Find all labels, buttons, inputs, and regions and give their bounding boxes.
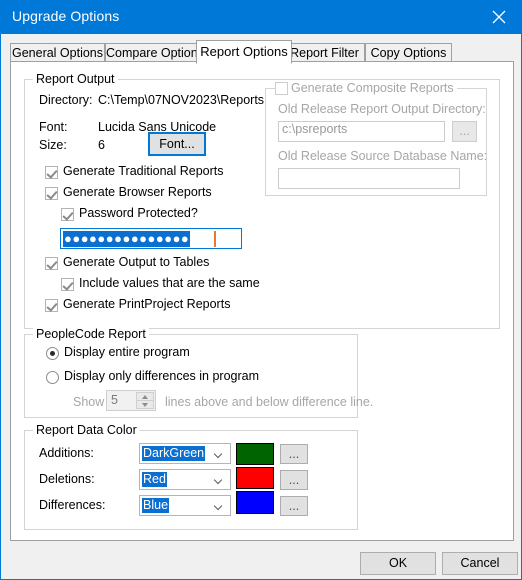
checkbox-generate-printproject-reports[interactable] bbox=[45, 299, 58, 312]
chevron-down-icon bbox=[215, 503, 222, 510]
differences-label: Differences: bbox=[39, 498, 106, 512]
report-output-legend: Report Output bbox=[33, 72, 118, 86]
label-generate-traditional-reports: Generate Traditional Reports bbox=[63, 164, 224, 178]
additions-color-picker-button[interactable]: ... bbox=[280, 444, 308, 464]
chevron-down-icon bbox=[142, 403, 148, 407]
show-suffix-label: lines above and below difference line. bbox=[165, 395, 374, 409]
tab-strip: General Options Compare Options Report O… bbox=[10, 40, 515, 64]
directory-value: C:\Temp\07NOV2023\Reports bbox=[98, 93, 265, 107]
tab-report-options[interactable]: Report Options bbox=[196, 40, 292, 64]
deletions-color-combo[interactable]: Red bbox=[139, 469, 231, 490]
chevron-up-icon bbox=[142, 395, 148, 399]
checkbox-password-protected[interactable] bbox=[61, 208, 74, 221]
label-generate-browser-reports: Generate Browser Reports bbox=[63, 185, 212, 199]
checkbox-generate-output-to-tables[interactable] bbox=[45, 257, 58, 270]
differences-color-picker-button[interactable]: ... bbox=[280, 496, 308, 516]
label-display-only-differences: Display only differences in program bbox=[64, 369, 260, 383]
cancel-button[interactable]: Cancel bbox=[442, 552, 518, 575]
report-data-color-group: Report Data Color Additions: DarkGreen .… bbox=[24, 423, 358, 530]
composite-reports-legend: Generate Composite Reports bbox=[288, 81, 457, 95]
additions-color-combo[interactable]: DarkGreen bbox=[139, 443, 231, 464]
size-value: 6 bbox=[98, 138, 105, 152]
label-display-entire-program: Display entire program bbox=[64, 345, 190, 359]
directory-label: Directory: bbox=[39, 93, 93, 107]
checkbox-generate-traditional-reports[interactable] bbox=[45, 166, 58, 179]
deletions-color-value: Red bbox=[142, 472, 167, 487]
additions-color-value: DarkGreen bbox=[142, 446, 206, 461]
window-title: Upgrade Options bbox=[12, 8, 120, 24]
tab-compare-options[interactable]: Compare Options bbox=[105, 43, 204, 62]
password-value: ●●●●●●●●●●●●●●● bbox=[63, 231, 191, 247]
additions-label: Additions: bbox=[39, 446, 94, 460]
label-password-protected: Password Protected? bbox=[79, 206, 198, 220]
password-input[interactable]: ●●●●●●●●●●●●●●● bbox=[60, 228, 242, 249]
differences-color-value: Blue bbox=[142, 498, 170, 513]
old-release-dir-input[interactable]: c:\psreports bbox=[278, 121, 445, 142]
font-button[interactable]: Font... bbox=[148, 132, 206, 156]
close-button[interactable] bbox=[477, 0, 522, 34]
show-lines-value: 5 bbox=[111, 393, 118, 407]
checkbox-generate-composite-reports[interactable] bbox=[275, 82, 288, 95]
tab-report-filter[interactable]: Report Filter bbox=[284, 43, 365, 62]
additions-color-swatch bbox=[236, 443, 274, 465]
font-label: Font: bbox=[39, 120, 68, 134]
differences-color-combo[interactable]: Blue bbox=[139, 495, 231, 516]
label-generate-output-to-tables: Generate Output to Tables bbox=[63, 255, 210, 269]
composite-reports-group: Generate Composite Reports Old Release R… bbox=[265, 81, 488, 196]
tab-general-options[interactable]: General Options bbox=[10, 43, 105, 62]
title-bar: Upgrade Options bbox=[1, 0, 522, 34]
old-release-dir-label: Old Release Report Output Directory: bbox=[278, 102, 486, 116]
label-generate-printproject-reports: Generate PrintProject Reports bbox=[63, 297, 231, 311]
deletions-color-picker-button[interactable]: ... bbox=[280, 470, 308, 490]
size-label: Size: bbox=[39, 138, 67, 152]
text-caret bbox=[214, 231, 216, 247]
old-release-db-input[interactable] bbox=[278, 168, 460, 189]
tab-copy-options[interactable]: Copy Options bbox=[365, 43, 452, 62]
deletions-label: Deletions: bbox=[39, 472, 95, 486]
old-release-dir-browse-button[interactable]: ... bbox=[452, 121, 477, 142]
close-icon bbox=[492, 10, 506, 24]
checkbox-generate-browser-reports[interactable] bbox=[45, 187, 58, 200]
report-output-group: Report Output Directory: C:\Temp\07NOV20… bbox=[24, 72, 500, 329]
peoplecode-report-legend: PeopleCode Report bbox=[33, 327, 149, 341]
peoplecode-report-group: PeopleCode Report Display entire program… bbox=[24, 327, 373, 418]
show-label: Show bbox=[73, 395, 105, 409]
radio-display-only-differences[interactable] bbox=[46, 371, 59, 384]
deletions-color-swatch bbox=[236, 467, 274, 489]
differences-color-swatch bbox=[236, 491, 274, 514]
old-release-db-label: Old Release Source Database Name: bbox=[278, 149, 488, 163]
radio-display-entire-program[interactable] bbox=[46, 347, 59, 360]
upgrade-options-dialog: Upgrade Options General Options Compare … bbox=[0, 0, 522, 580]
label-include-values-same: Include values that are the same bbox=[79, 276, 260, 290]
checkbox-include-values-same[interactable] bbox=[61, 278, 74, 291]
chevron-down-icon bbox=[215, 451, 222, 458]
report-data-color-legend: Report Data Color bbox=[33, 423, 140, 437]
stepper-down-button[interactable] bbox=[136, 400, 154, 409]
report-options-panel: Report Output Directory: C:\Temp\07NOV20… bbox=[10, 61, 514, 541]
chevron-down-icon bbox=[215, 477, 222, 484]
ok-button[interactable]: OK bbox=[360, 552, 436, 575]
show-lines-stepper[interactable]: 5 bbox=[106, 390, 156, 411]
